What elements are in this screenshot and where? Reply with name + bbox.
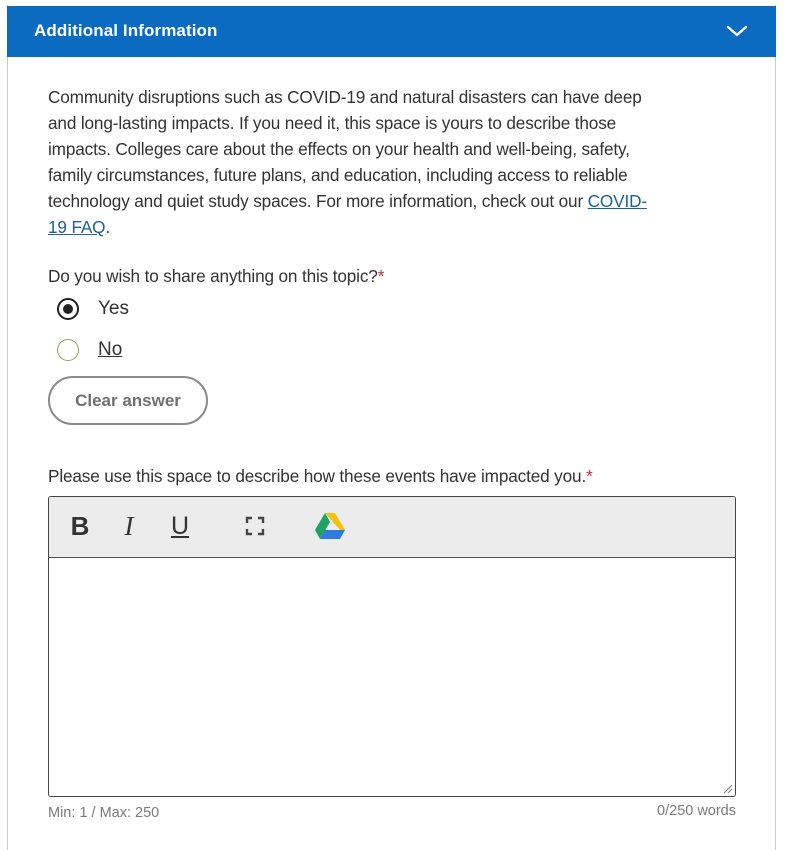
rich-text-editor: B I U — [48, 496, 736, 797]
word-limits: Min: 1 / Max: 250 — [48, 805, 160, 821]
word-count: 0/250 words — [657, 803, 736, 819]
intro-suffix: . — [105, 217, 111, 237]
radio-no-label[interactable]: No — [98, 339, 122, 361]
section-title: Additional Information — [34, 21, 218, 40]
fullscreen-button[interactable] — [243, 509, 267, 543]
radio-yes-label[interactable]: Yes — [98, 298, 129, 320]
intro-text: Community disruptions such as COVID-19 a… — [48, 87, 642, 211]
essay-textarea[interactable] — [49, 558, 735, 796]
fullscreen-icon — [245, 516, 265, 536]
bold-button[interactable]: B — [68, 509, 92, 543]
required-marker: * — [377, 266, 385, 286]
editor-toolbar: B I U — [49, 497, 735, 558]
italic-button[interactable]: I — [119, 509, 139, 543]
radio-no[interactable] — [57, 339, 79, 361]
required-marker: * — [586, 466, 593, 486]
share-question-label: Do you wish to share anything on this to… — [48, 266, 384, 287]
question-text: Do you wish to share anything on this to… — [48, 266, 378, 286]
google-drive-icon — [315, 513, 345, 539]
clear-answer-button[interactable]: Clear answer — [48, 376, 208, 425]
google-drive-button[interactable] — [314, 509, 346, 543]
resize-handle-icon[interactable] — [722, 783, 733, 794]
intro-paragraph: Community disruptions such as COVID-19 a… — [48, 84, 658, 240]
chevron-down-icon[interactable] — [726, 23, 748, 39]
essay-prompt-text: Please use this space to describe how th… — [48, 466, 587, 486]
radio-yes[interactable] — [57, 298, 79, 320]
radio-option-no[interactable]: No — [57, 339, 122, 361]
section-header[interactable]: Additional Information — [7, 6, 776, 57]
underline-button[interactable]: U — [169, 509, 191, 543]
essay-prompt-label: Please use this space to describe how th… — [48, 466, 593, 487]
radio-option-yes[interactable]: Yes — [57, 298, 129, 320]
